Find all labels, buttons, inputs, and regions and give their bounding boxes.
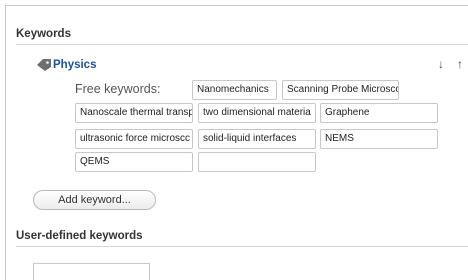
user-defined-keyword-field[interactable] xyxy=(33,263,150,280)
keyword-field[interactable]: two dimensional materia xyxy=(198,103,316,123)
keyword-field[interactable]: Nanoscale thermal transp xyxy=(75,103,193,123)
keyword-field[interactable]: Graphene xyxy=(320,103,438,123)
tag-icon xyxy=(37,59,51,71)
user-defined-section-title: User-defined keywords xyxy=(16,230,143,242)
move-up-icon[interactable]: ↑ xyxy=(457,57,463,71)
keyword-field[interactable]: Nanomechanics xyxy=(192,80,277,100)
keyword-field[interactable]: NEMS xyxy=(320,129,438,149)
free-keywords-label: Free keywords: xyxy=(75,82,161,96)
move-down-icon[interactable]: ↓ xyxy=(438,57,444,71)
keyword-field[interactable]: solid-liquid interfaces xyxy=(198,129,316,149)
add-keyword-button[interactable]: Add keyword... xyxy=(33,190,156,210)
section-divider xyxy=(16,246,468,247)
keyword-field[interactable] xyxy=(198,152,316,172)
keyword-field[interactable]: QEMS xyxy=(75,152,193,172)
section-divider xyxy=(16,44,468,45)
category-physics-link[interactable]: Physics xyxy=(53,59,96,71)
keyword-field[interactable]: ultrasonic force microscc xyxy=(75,129,193,149)
keywords-section-title: Keywords xyxy=(16,28,71,40)
keyword-field[interactable]: Scanning Probe Microscc xyxy=(282,80,399,100)
